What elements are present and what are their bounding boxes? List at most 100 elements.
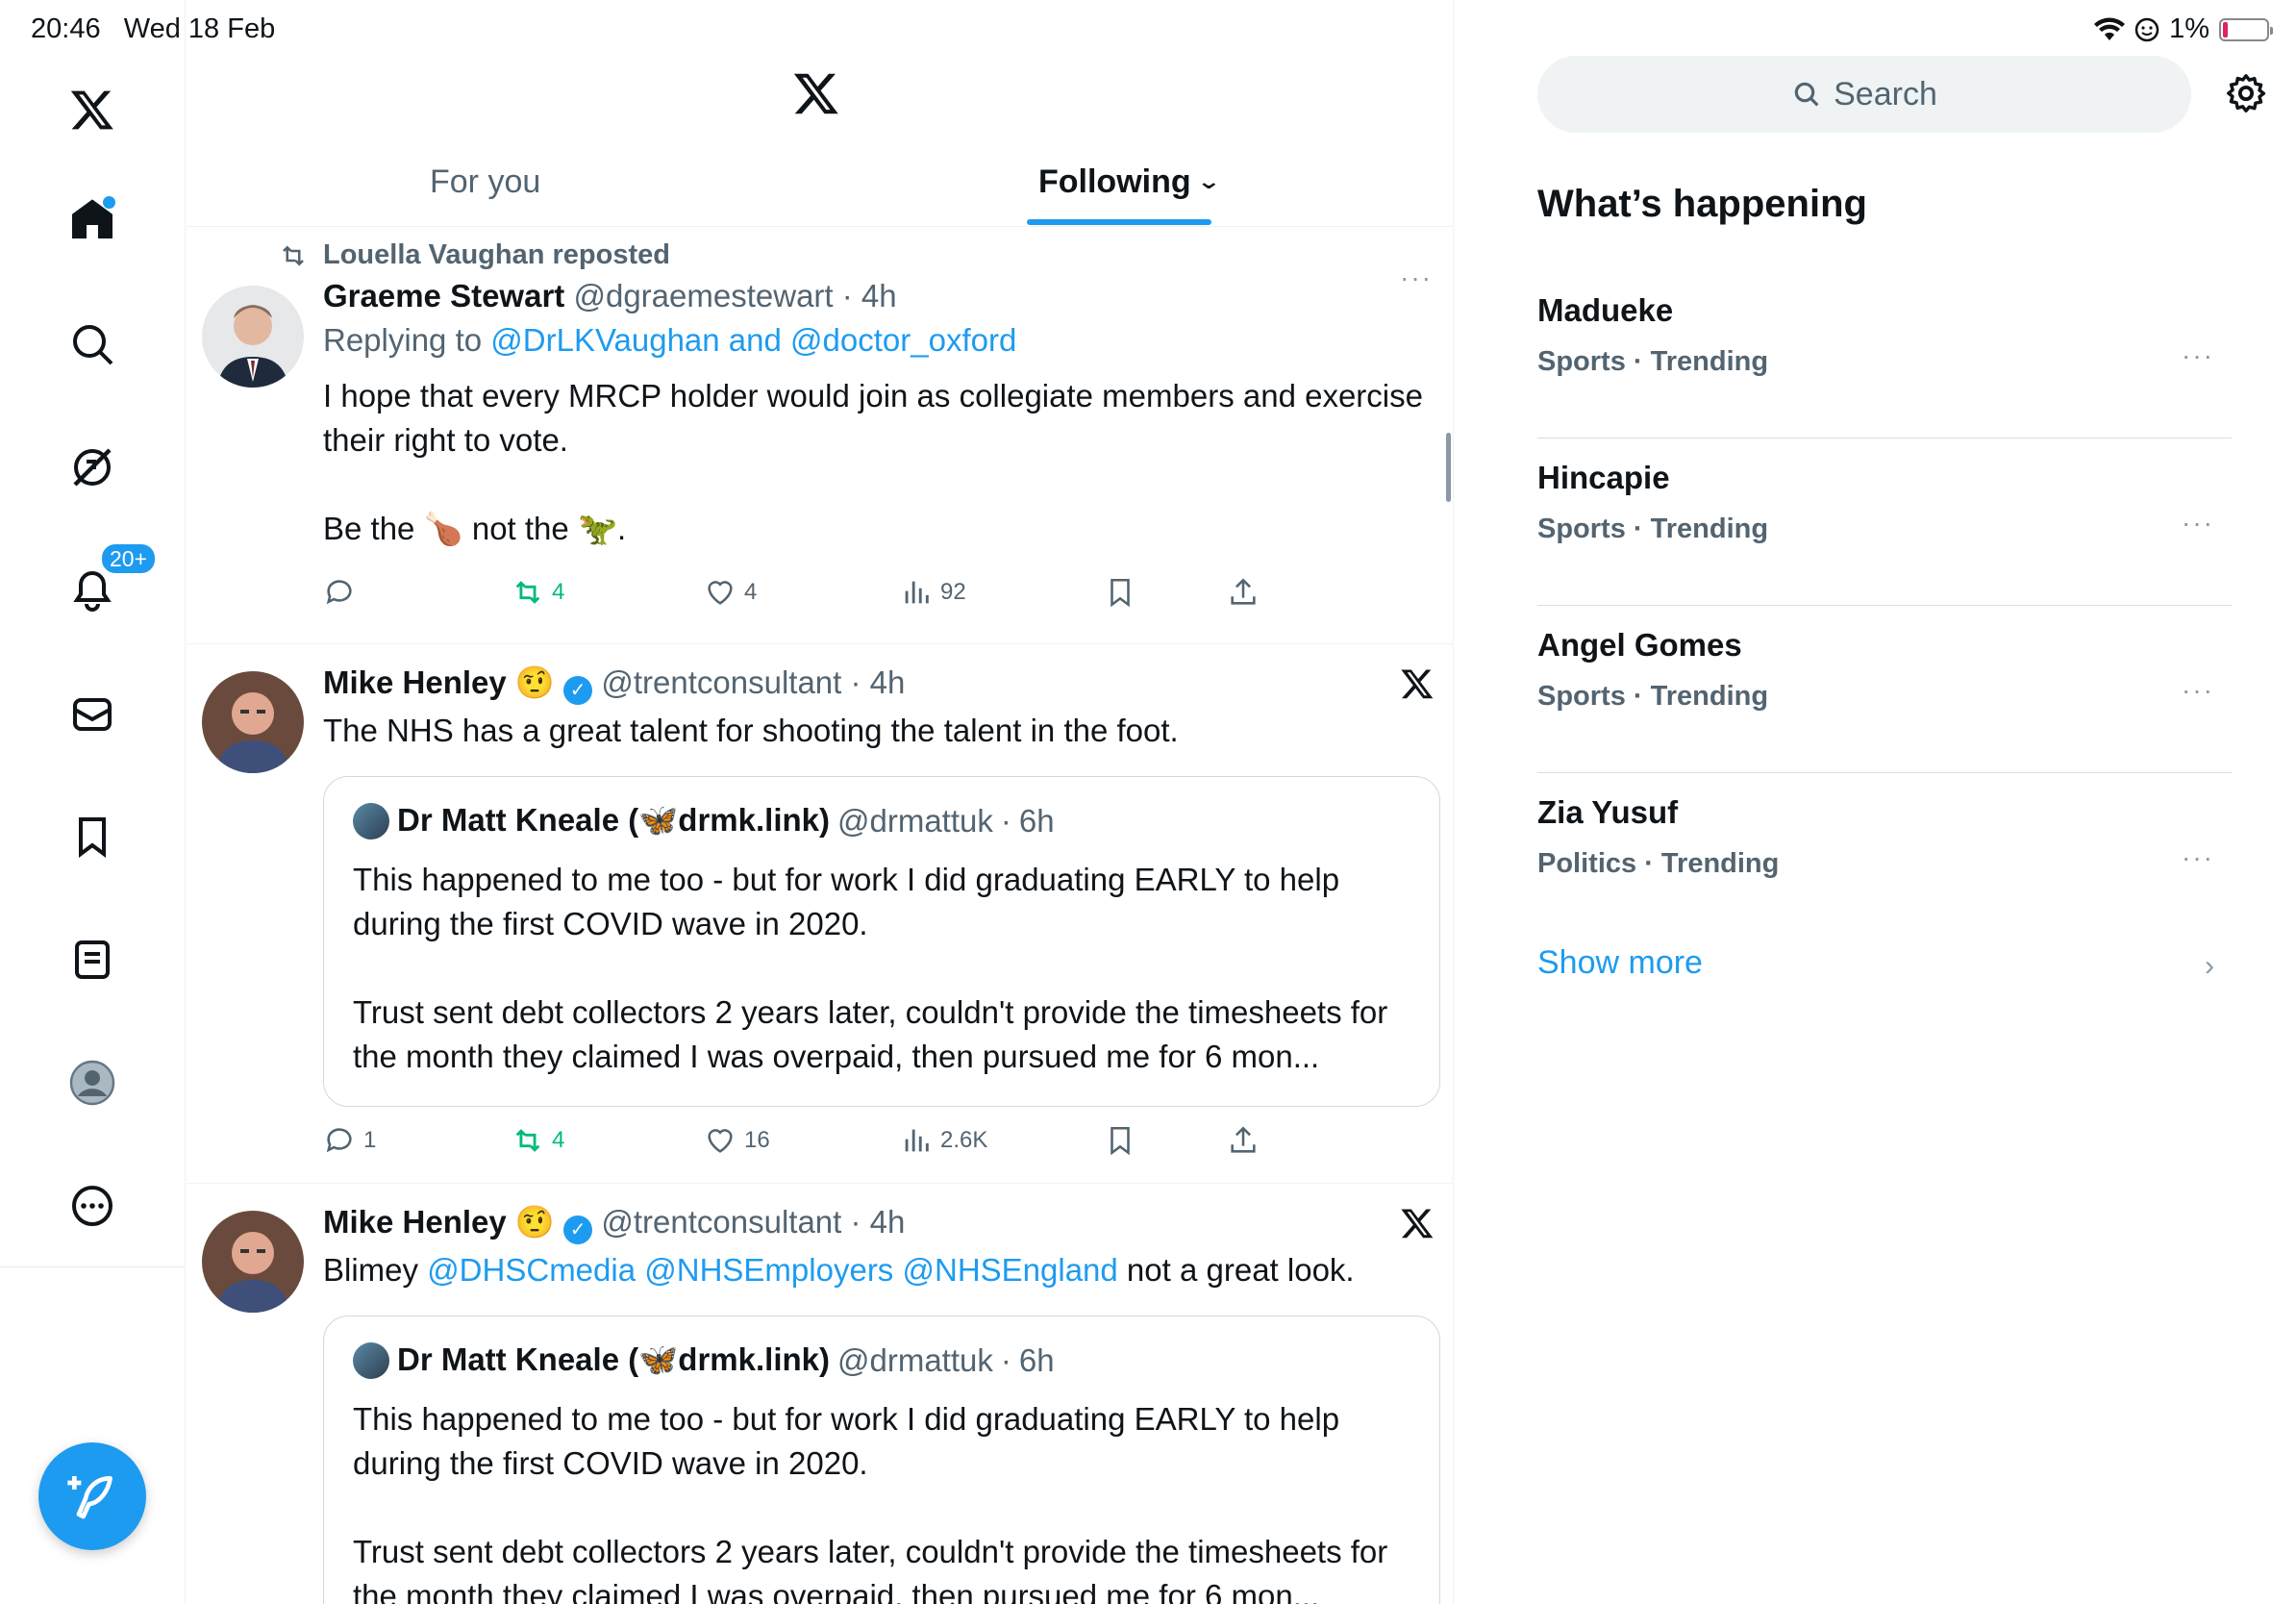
chevron-right-icon[interactable]: › <box>2205 950 2214 983</box>
compose-button[interactable] <box>38 1442 146 1550</box>
more-options-icon[interactable]: ··· <box>2182 675 2214 706</box>
tweet[interactable]: Mike Henley 🤨 ✓ @trentconsultant · 4h Bl… <box>187 1185 1453 1604</box>
reply-icon <box>326 580 352 605</box>
x-logo-icon[interactable] <box>1400 666 1435 706</box>
share-button[interactable] <box>1227 576 1260 609</box>
trend-item[interactable]: Hincapie Sports · Trending ··· <box>1537 439 2232 606</box>
repost-button[interactable]: 4 <box>512 1124 564 1157</box>
avatar[interactable] <box>202 671 304 773</box>
scrollbar[interactable] <box>1446 433 1451 502</box>
search-icon <box>1794 82 1819 107</box>
search-icon[interactable] <box>62 313 123 375</box>
trend-item[interactable]: Madueke Sports · Trending ··· <box>1537 271 2232 439</box>
chevron-down-icon: ⌄ <box>1196 169 1222 193</box>
verified-badge-icon: ✓ <box>563 1216 593 1244</box>
more-options-icon[interactable]: ··· <box>2182 842 2214 873</box>
avatar[interactable] <box>202 1211 304 1313</box>
avatar <box>353 802 389 840</box>
mention-link[interactable]: @NHSEngland <box>902 1252 1117 1288</box>
bookmarks-icon[interactable] <box>62 806 123 867</box>
tweet-time[interactable]: 4h <box>861 278 897 313</box>
reply-icon <box>326 1128 352 1153</box>
show-more-link[interactable]: Show more <box>1537 944 1703 982</box>
trend-item[interactable]: Zia Yusuf Politics · Trending ··· <box>1537 773 2232 940</box>
trend-meta: Sports · Trending <box>1537 514 1769 544</box>
trend-meta: Sports · Trending <box>1537 681 1769 712</box>
more-options-icon[interactable]: ··· <box>1400 263 1433 293</box>
compose-feather-icon <box>67 1476 112 1519</box>
quote-text: This happened to me too - but for work I… <box>353 1401 1388 1604</box>
quoted-tweet[interactable]: Dr Matt Kneale (🦋drmk.link) @drmattuk · 6h … <box>323 1316 1440 1604</box>
heart-icon <box>708 581 733 605</box>
tweet-time[interactable]: 4h <box>870 664 906 700</box>
tab-for-you[interactable]: For you <box>430 163 540 201</box>
replying-to: Replying to @DrLKVaughan and @doctor_oxf… <box>323 322 1017 358</box>
share-icon <box>1231 578 1256 605</box>
bookmark-icon <box>1111 578 1130 608</box>
more-icon[interactable] <box>62 1175 123 1237</box>
tweet[interactable]: Mike Henley 🤨 ✓ @trentconsultant · 4h Th… <box>187 645 1453 1184</box>
like-button[interactable]: 4 <box>704 576 757 609</box>
search-placeholder: Search <box>1834 75 1937 113</box>
author-handle[interactable]: @trentconsultant <box>601 664 841 700</box>
mention-link[interactable]: @DHSCmedia <box>427 1252 636 1288</box>
quote-author-name: Dr Matt Kneale (🦋drmk.link) <box>397 1341 830 1377</box>
tweet-text: Blimey @DHSCmedia @NHSEmployers @NHSEngl… <box>323 1252 1355 1288</box>
repost-button[interactable]: 4 <box>512 576 564 609</box>
header-x-logo-icon[interactable] <box>792 69 840 122</box>
author-handle[interactable]: @trentconsultant <box>601 1204 841 1240</box>
author-name[interactable]: Mike Henley <box>323 1204 507 1240</box>
like-button[interactable]: 16 <box>704 1124 770 1157</box>
x-logo-icon[interactable] <box>1400 1206 1435 1245</box>
trend-item[interactable]: Angel Gomes Sports · Trending ··· <box>1537 606 2232 773</box>
dinosaur-emoji-icon: 🦖 <box>577 511 618 546</box>
mention-link[interactable]: @NHSEmployers <box>644 1252 893 1288</box>
x-logo-icon[interactable] <box>62 79 123 140</box>
quote-author-name: Dr Matt Kneale (🦋drmk.link) <box>397 802 830 838</box>
trend-name: Zia Yusuf <box>1537 794 1679 830</box>
avatar <box>353 1341 389 1379</box>
quote-header: Dr Matt Kneale (🦋drmk.link) @drmattuk · 6h <box>353 1341 1055 1379</box>
author-handle[interactable]: @dgraemestewart <box>573 278 833 313</box>
timeline: For you Following ⌄ Louella Vaughan repo… <box>187 0 1454 1604</box>
mention-link[interactable]: @doctor_oxford <box>790 322 1016 358</box>
author-name[interactable]: Graeme Stewart <box>323 278 564 313</box>
more-options-icon[interactable]: ··· <box>2182 340 2214 371</box>
reply-button[interactable] <box>323 576 356 609</box>
verified-badge-icon: ✓ <box>563 676 593 705</box>
quote-time: 6h <box>1018 802 1055 839</box>
quote-author-handle: @drmattuk <box>837 802 993 839</box>
repost-icon <box>515 1129 540 1152</box>
home-icon[interactable] <box>62 188 123 250</box>
bookmark-button[interactable] <box>1104 1124 1136 1157</box>
quoted-tweet[interactable]: Dr Matt Kneale (🦋drmk.link) @drmattuk · 6h … <box>323 776 1440 1107</box>
search-input[interactable]: Search <box>1537 56 2191 133</box>
reply-button[interactable]: 1 <box>323 1124 376 1157</box>
author-name[interactable]: Mike Henley <box>323 664 507 700</box>
messages-icon[interactable] <box>62 683 123 744</box>
nav-divider <box>0 1266 185 1267</box>
notifications-icon[interactable]: 20+ <box>62 542 158 621</box>
trend-meta: Sports · Trending <box>1537 346 1769 377</box>
lists-icon[interactable] <box>62 929 123 990</box>
tab-following[interactable]: Following ⌄ <box>1038 163 1222 201</box>
settings-gear-icon[interactable] <box>2224 71 2268 120</box>
drumstick-emoji-icon: 🍗 <box>423 511 463 546</box>
unread-dot <box>103 196 115 209</box>
more-options-icon[interactable]: ··· <box>2182 508 2214 539</box>
raised-eyebrow-emoji-icon: 🤨 <box>514 1204 556 1240</box>
bookmark-button[interactable] <box>1104 576 1136 609</box>
views-button[interactable]: 2.6K <box>900 1124 987 1157</box>
profile-avatar-icon[interactable] <box>62 1052 123 1114</box>
avatar[interactable] <box>202 286 304 388</box>
trend-name: Madueke <box>1537 292 1674 328</box>
tweet[interactable]: Louella Vaughan reposted Graeme Stewart … <box>187 228 1453 644</box>
tweet-actions <box>323 376 1285 414</box>
views-button[interactable]: 92 <box>900 576 966 609</box>
tweet-time[interactable]: 4h <box>870 1204 906 1240</box>
quote-author-handle: @drmattuk <box>837 1341 993 1378</box>
share-button[interactable] <box>1227 1124 1260 1157</box>
mention-link[interactable]: @DrLKVaughan <box>490 322 719 358</box>
tweet-actions: 4 4 92 <box>323 576 1285 614</box>
grok-icon[interactable] <box>62 437 123 498</box>
